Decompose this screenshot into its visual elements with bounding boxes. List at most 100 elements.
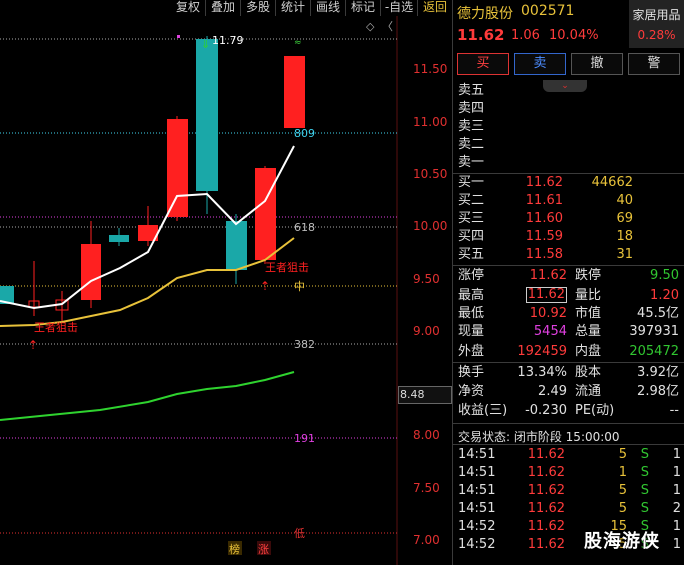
toolbar-adjust-button[interactable]: 复权 bbox=[172, 0, 204, 16]
stat-label: 外盘 bbox=[458, 344, 485, 359]
tick-row: 14:51 11.62 1 S 1 bbox=[453, 464, 684, 482]
fundamental-label: PE(动) bbox=[575, 403, 615, 418]
price-tick: 9.00 bbox=[413, 324, 440, 338]
tick-time: 14:51 bbox=[458, 483, 496, 498]
tick-time: 14:52 bbox=[458, 519, 496, 534]
tick-qty: 1 bbox=[618, 465, 627, 480]
stock-name[interactable]: 德力股份 bbox=[457, 3, 513, 23]
signal-label: 王者狙击 bbox=[265, 261, 309, 274]
tick-count: 1 bbox=[672, 483, 681, 498]
chevron-left-icon[interactable]: 〈 bbox=[382, 20, 393, 33]
fundamental-label: 净资 bbox=[458, 384, 485, 399]
bid-volume: 44662 bbox=[591, 175, 633, 190]
toolbar-remove-watchlist-button[interactable]: -自选 bbox=[380, 0, 417, 16]
level-label-809: 809 bbox=[294, 127, 315, 140]
buy-button[interactable]: 买 bbox=[457, 53, 509, 75]
indicator-value-label: 8.48 bbox=[398, 386, 452, 404]
bid-volume: 69 bbox=[616, 211, 633, 226]
tick-row: 14:51 11.62 5 S 2 bbox=[453, 500, 684, 518]
fundamental-label: 收益(三) bbox=[458, 403, 508, 418]
stat-row: 最低 10.92 市值 45.5亿 bbox=[453, 305, 684, 322]
toolbar-return-button[interactable]: 返回 bbox=[417, 0, 452, 16]
tick-qty: 5 bbox=[618, 501, 627, 516]
tick-time: 14:51 bbox=[458, 447, 496, 462]
buy-signal-arrow-icon: ⇡ bbox=[260, 279, 270, 293]
bid-row: 买一 11.62 44662 bbox=[453, 174, 684, 191]
fundamental-label: 流通 bbox=[575, 384, 602, 399]
toolbar-stats-button[interactable]: 统计 bbox=[275, 0, 310, 16]
price-change-pct: 10.04% bbox=[549, 28, 599, 43]
diamond-icon[interactable]: ◇ bbox=[366, 20, 375, 33]
sector-name: 家居用品 bbox=[632, 8, 681, 22]
toolbar-multi-stock-button[interactable]: 多股 bbox=[240, 0, 275, 16]
price-tick: 11.50 bbox=[413, 62, 447, 76]
badge-rank[interactable]: 榜 bbox=[229, 542, 240, 556]
bid-price: 11.62 bbox=[525, 175, 563, 190]
fundamental-value: 2.98亿 bbox=[637, 384, 679, 399]
tick-price: 11.62 bbox=[527, 537, 565, 552]
stat-label: 总量 bbox=[575, 324, 602, 339]
trade-actions: 买 卖 撤 警 bbox=[453, 53, 684, 77]
bid-row: 买五 11.58 31 bbox=[453, 246, 684, 263]
cancel-order-button[interactable]: 撤 bbox=[571, 53, 623, 75]
bid-price: 11.60 bbox=[525, 211, 563, 226]
tick-price: 11.62 bbox=[527, 447, 565, 462]
sector-change-pct: 0.28% bbox=[637, 28, 676, 42]
price-tick: 10.50 bbox=[413, 167, 447, 181]
price-change: 1.06 bbox=[511, 28, 540, 43]
price-tick: 9.50 bbox=[413, 272, 440, 286]
price-tick: 11.00 bbox=[413, 115, 447, 129]
tick-side: S bbox=[640, 465, 649, 480]
fundamental-value: -0.230 bbox=[525, 403, 567, 418]
badge-rise[interactable]: 涨 bbox=[258, 543, 269, 556]
tick-side: S bbox=[640, 483, 649, 498]
ask-row: 卖一 bbox=[453, 154, 684, 171]
divider bbox=[453, 362, 684, 363]
toolbar-mark-button[interactable]: 标记 bbox=[345, 0, 380, 16]
price-tick: 7.00 bbox=[413, 533, 440, 547]
price-tick: 7.50 bbox=[413, 481, 440, 495]
watermark: 股海游侠 bbox=[584, 531, 660, 552]
ask-label: 卖四 bbox=[458, 101, 485, 116]
fundamental-row: 净资 2.49 流通 2.98亿 bbox=[453, 383, 684, 400]
stat-value: 397931 bbox=[629, 324, 679, 339]
bid-row: 买四 11.59 18 bbox=[453, 228, 684, 245]
fundamental-label: 换手 bbox=[458, 365, 485, 380]
bid-label: 买一 bbox=[458, 175, 485, 190]
stat-value: 11.62 bbox=[525, 287, 567, 303]
toolbar-overlay-button[interactable]: 叠加 bbox=[205, 0, 240, 16]
ask-label: 卖三 bbox=[458, 119, 485, 134]
stat-label: 现量 bbox=[458, 324, 485, 339]
candle-up bbox=[284, 56, 305, 128]
sell-button[interactable]: 卖 bbox=[514, 53, 566, 75]
fundamental-label: 股本 bbox=[575, 365, 602, 380]
trade-status: 交易状态: 闭市阶段 15:00:00 bbox=[458, 430, 620, 444]
kline-chart[interactable]: 11.50 11.00 10.50 10.00 9.50 9.00 8.00 7… bbox=[0, 16, 452, 565]
divider bbox=[453, 444, 684, 445]
stat-value: 192459 bbox=[517, 344, 567, 359]
sector-box[interactable]: 家居用品 0.28% bbox=[629, 0, 684, 48]
price-tick: 10.00 bbox=[413, 219, 447, 233]
stat-label: 涨停 bbox=[458, 268, 485, 283]
bid-price: 11.58 bbox=[525, 247, 563, 262]
ask-label: 卖二 bbox=[458, 137, 485, 152]
candle-down bbox=[226, 221, 247, 270]
tick-count: 1 bbox=[672, 519, 681, 534]
ma-green-line bbox=[0, 371, 295, 421]
stat-value: 5454 bbox=[533, 324, 567, 339]
stat-value: 205472 bbox=[629, 344, 679, 359]
tick-time: 14:52 bbox=[458, 537, 496, 552]
ask-row: 卖三 bbox=[453, 118, 684, 135]
toolbar-draw-line-button[interactable]: 画线 bbox=[310, 0, 345, 16]
stat-label: 量比 bbox=[575, 288, 602, 303]
tick-row: 14:51 11.62 5 S 1 bbox=[453, 446, 684, 464]
tick-price: 11.62 bbox=[527, 465, 565, 480]
ask-row: 卖五 bbox=[453, 82, 684, 99]
level-label-mid: 中 bbox=[294, 280, 305, 293]
tick-side: S bbox=[640, 501, 649, 516]
fundamental-row: 收益(三) -0.230 PE(动) -- bbox=[453, 402, 684, 419]
alert-button[interactable]: 警 bbox=[628, 53, 680, 75]
level-label-382: 382 bbox=[294, 338, 315, 351]
fundamental-value: 2.49 bbox=[538, 384, 567, 399]
fundamental-value: -- bbox=[669, 403, 679, 418]
